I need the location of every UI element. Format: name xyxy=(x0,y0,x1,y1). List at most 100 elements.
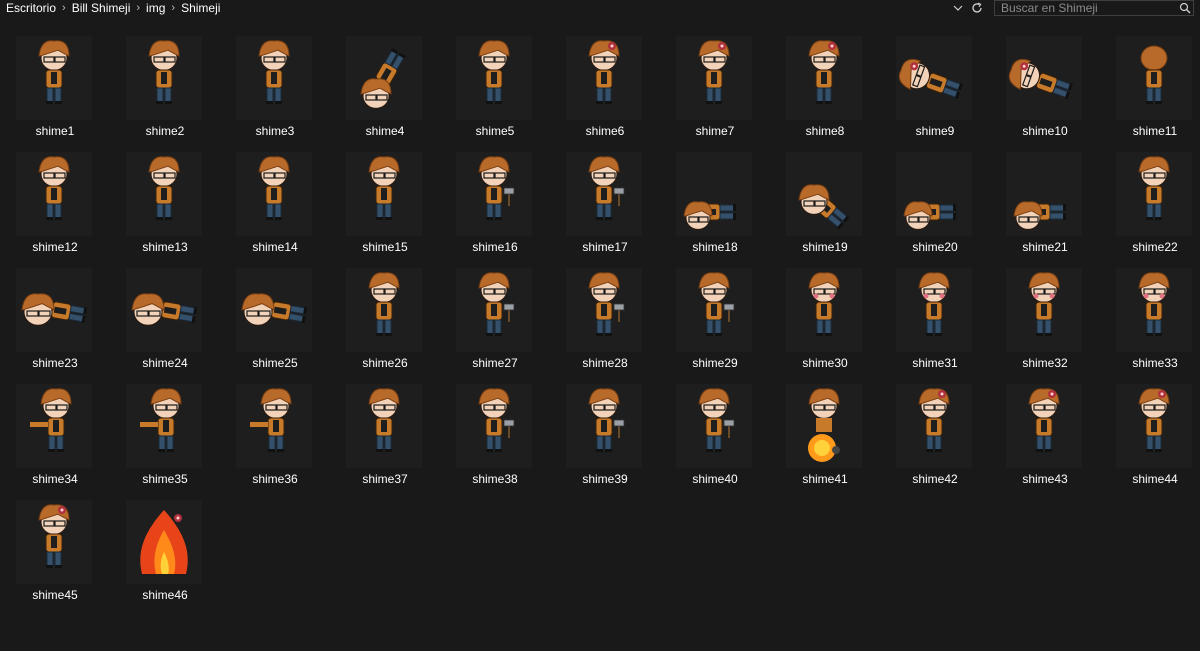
file-item[interactable]: shime10 xyxy=(990,30,1100,142)
file-thumbnail xyxy=(786,152,862,236)
file-item[interactable]: shime25 xyxy=(220,262,330,374)
breadcrumb-bill-shimeji[interactable]: Bill Shimeji xyxy=(66,1,137,15)
file-item[interactable]: shime37 xyxy=(330,378,440,490)
shimeji-sprite-image xyxy=(683,201,736,230)
file-thumbnail xyxy=(346,384,422,468)
file-name: shime31 xyxy=(912,356,958,370)
shimeji-sprite-image xyxy=(140,510,188,574)
file-name: shime23 xyxy=(32,356,78,370)
file-item[interactable]: shime7 xyxy=(660,30,770,142)
search-input[interactable] xyxy=(995,1,1177,15)
file-item[interactable]: shime1 xyxy=(0,30,110,142)
file-thumbnail xyxy=(786,384,862,468)
file-name: shime40 xyxy=(692,472,738,486)
file-thumbnail xyxy=(16,268,92,352)
file-item[interactable]: shime12 xyxy=(0,146,110,258)
file-item[interactable]: shime8 xyxy=(770,30,880,142)
file-item[interactable]: shime23 xyxy=(0,262,110,374)
shimeji-sprite-image xyxy=(478,40,510,104)
shimeji-sprite-image xyxy=(588,40,620,104)
refresh-button[interactable] xyxy=(968,0,986,16)
search-icon[interactable] xyxy=(1177,1,1193,15)
shimeji-sprite-image xyxy=(250,388,292,452)
chevron-down-icon xyxy=(953,5,963,11)
breadcrumb-img[interactable]: img xyxy=(140,1,171,15)
file-item[interactable]: shime17 xyxy=(550,146,660,258)
shimeji-sprite-image xyxy=(1013,201,1066,230)
file-item[interactable]: shime13 xyxy=(110,146,220,258)
shimeji-sprite-image xyxy=(148,156,180,220)
shimeji-sprite-image xyxy=(898,58,964,100)
shimeji-sprite-image xyxy=(258,40,290,104)
file-item[interactable]: shime18 xyxy=(660,146,770,258)
file-thumbnail xyxy=(896,152,972,236)
shimeji-sprite-image xyxy=(698,272,735,336)
file-thumbnail xyxy=(1116,36,1192,120)
file-item[interactable]: shime20 xyxy=(880,146,990,258)
file-thumbnail xyxy=(456,268,532,352)
shimeji-sprite-image xyxy=(588,272,625,336)
file-item[interactable]: shime46 xyxy=(110,494,220,606)
file-item[interactable]: shime11 xyxy=(1100,30,1200,142)
address-dropdown-button[interactable] xyxy=(950,0,966,16)
file-item[interactable]: shime38 xyxy=(440,378,550,490)
file-item[interactable]: shime22 xyxy=(1100,146,1200,258)
shimeji-sprite-image xyxy=(808,40,840,104)
file-item[interactable]: shime19 xyxy=(770,146,880,258)
file-item[interactable]: shime40 xyxy=(660,378,770,490)
file-thumbnail xyxy=(346,152,422,236)
file-item[interactable]: shime27 xyxy=(440,262,550,374)
shimeji-sprite-image xyxy=(148,40,180,104)
file-item[interactable]: shime3 xyxy=(220,30,330,142)
file-item[interactable]: shime5 xyxy=(440,30,550,142)
file-name: shime45 xyxy=(32,588,78,602)
shimeji-sprite-image xyxy=(360,48,406,109)
file-name: shime12 xyxy=(32,240,78,254)
file-name: shime17 xyxy=(582,240,628,254)
file-item[interactable]: shime16 xyxy=(440,146,550,258)
file-item[interactable]: shime15 xyxy=(330,146,440,258)
file-thumbnail xyxy=(896,36,972,120)
file-item[interactable]: shime24 xyxy=(110,262,220,374)
file-name: shime29 xyxy=(692,356,738,370)
file-item[interactable]: shime42 xyxy=(880,378,990,490)
file-item[interactable]: shime2 xyxy=(110,30,220,142)
file-item[interactable]: shime30 xyxy=(770,262,880,374)
file-item[interactable]: shime26 xyxy=(330,262,440,374)
file-item[interactable]: shime14 xyxy=(220,146,330,258)
breadcrumb-escritorio[interactable]: Escritorio xyxy=(0,1,62,15)
file-name: shime44 xyxy=(1132,472,1178,486)
shimeji-sprite-image xyxy=(808,388,840,462)
file-item[interactable]: shime9 xyxy=(880,30,990,142)
file-item[interactable]: shime34 xyxy=(0,378,110,490)
file-name: shime35 xyxy=(142,472,188,486)
file-item[interactable]: shime21 xyxy=(990,146,1100,258)
file-name: shime7 xyxy=(695,124,735,138)
file-item[interactable]: shime41 xyxy=(770,378,880,490)
file-item[interactable]: shime6 xyxy=(550,30,660,142)
file-item[interactable]: shime4 xyxy=(330,30,440,142)
file-item[interactable]: shime28 xyxy=(550,262,660,374)
search-box[interactable] xyxy=(994,0,1194,16)
file-name: shime22 xyxy=(1132,240,1178,254)
file-item[interactable]: shime45 xyxy=(0,494,110,606)
shimeji-sprite-image xyxy=(1138,388,1170,452)
file-item[interactable]: shime43 xyxy=(990,378,1100,490)
shimeji-sprite-image xyxy=(21,293,88,326)
file-name: shime5 xyxy=(475,124,515,138)
file-item[interactable]: shime35 xyxy=(110,378,220,490)
file-thumbnail xyxy=(1006,152,1082,236)
file-item[interactable]: shime31 xyxy=(880,262,990,374)
file-name: shime11 xyxy=(1132,124,1178,138)
file-item[interactable]: shime29 xyxy=(660,262,770,374)
shimeji-sprite-image xyxy=(1138,272,1170,336)
file-name: shime39 xyxy=(582,472,628,486)
shimeji-sprite-image xyxy=(1138,156,1170,220)
file-item[interactable]: shime36 xyxy=(220,378,330,490)
file-item[interactable]: shime32 xyxy=(990,262,1100,374)
file-name: shime32 xyxy=(1022,356,1068,370)
file-item[interactable]: shime33 xyxy=(1100,262,1200,374)
file-item[interactable]: shime44 xyxy=(1100,378,1200,490)
file-item[interactable]: shime39 xyxy=(550,378,660,490)
breadcrumb-shimeji[interactable]: Shimeji xyxy=(175,1,226,15)
